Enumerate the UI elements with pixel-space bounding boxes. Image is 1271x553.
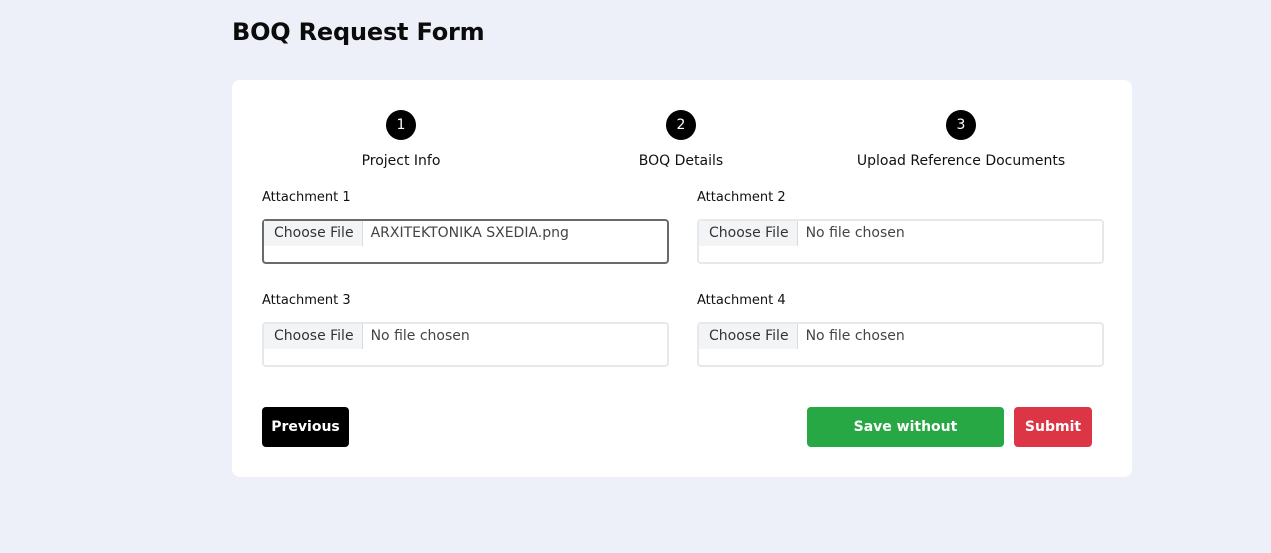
save-without-submission-button[interactable]: Save without Submission <box>807 407 1004 475</box>
file-name: No file chosen <box>370 328 470 344</box>
attachment-4-label: Attachment 4 <box>697 293 786 308</box>
step-number: 1 <box>386 110 416 140</box>
page-title: BOQ Request Form <box>232 18 485 46</box>
choose-file-button[interactable]: Choose File <box>699 324 798 349</box>
attachment-3-label: Attachment 3 <box>262 293 351 308</box>
step-label: BOQ Details <box>638 153 724 169</box>
attachment-3-input[interactable]: Choose File No file chosen <box>262 322 669 367</box>
step-number: 2 <box>666 110 696 140</box>
file-name: No file chosen <box>805 225 905 241</box>
step-number: 3 <box>946 110 976 140</box>
attachment-2-input[interactable]: Choose File No file chosen <box>697 219 1104 264</box>
form-card: 1 Project Info 2 BOQ Details 3 Upload Re… <box>232 80 1132 477</box>
file-name: No file chosen <box>805 328 905 344</box>
attachment-1-label: Attachment 1 <box>262 190 351 205</box>
choose-file-button[interactable]: Choose File <box>264 221 363 246</box>
attachment-4-input[interactable]: Choose File No file chosen <box>697 322 1104 367</box>
step-boq-details[interactable]: 2 BOQ Details <box>541 110 821 169</box>
step-label: Upload Reference Documents <box>856 153 1066 169</box>
submit-button[interactable]: Submit <box>1014 407 1092 447</box>
stepper: 1 Project Info 2 BOQ Details 3 Upload Re… <box>232 110 1132 170</box>
attachment-2-label: Attachment 2 <box>697 190 786 205</box>
step-project-info[interactable]: 1 Project Info <box>261 110 541 169</box>
choose-file-button[interactable]: Choose File <box>699 221 798 246</box>
file-name: ARXITEKTONIKA SXEDIA.png <box>370 225 569 241</box>
attachment-1-input[interactable]: Choose File ARXITEKTONIKA SXEDIA.png <box>262 219 669 264</box>
choose-file-button[interactable]: Choose File <box>264 324 363 349</box>
previous-button[interactable]: Previous <box>262 407 349 447</box>
step-upload-reference-documents[interactable]: 3 Upload Reference Documents <box>821 110 1101 169</box>
step-label: Project Info <box>361 153 441 169</box>
